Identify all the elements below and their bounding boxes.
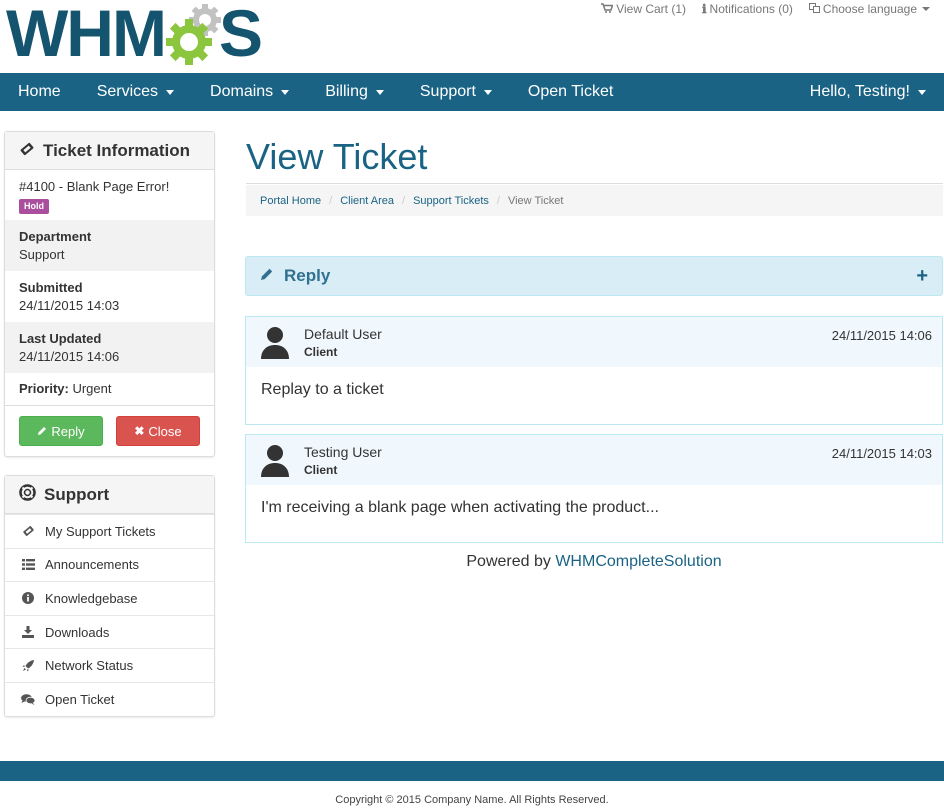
breadcrumb-separator: /: [329, 194, 333, 207]
status-badge: Hold: [19, 199, 49, 214]
main-navbar: Home Services Domains Billing Support Op…: [0, 73, 944, 111]
ticket-icon: [19, 141, 35, 161]
breadcrumb-separator: /: [496, 194, 500, 207]
breadcrumb: Portal Home / Client Area / Support Tick…: [246, 185, 943, 216]
last-updated-label: Last Updated: [19, 331, 102, 346]
submitted-block: Submitted 24/11/2015 14:03: [5, 271, 214, 322]
top-links: View Cart (1) ℹ Notifications (0) Choose…: [601, 2, 930, 16]
priority-label: Priority:: [19, 381, 69, 396]
caret-down-icon: [483, 89, 492, 95]
user-icon: [260, 326, 290, 360]
breadcrumb-current: View Ticket: [507, 194, 564, 207]
message-header: Default User Client 24/11/2015 14:06: [246, 317, 942, 367]
view-cart-link[interactable]: View Cart (1): [601, 2, 686, 16]
message-date: 24/11/2015 14:03: [831, 446, 932, 461]
language-icon: [808, 2, 820, 16]
ticket-actions: Reply ✖ Close: [5, 405, 214, 456]
nav-support[interactable]: Support: [402, 73, 510, 111]
comments-icon: [21, 693, 35, 705]
nav-user-menu[interactable]: Hello, Testing!: [792, 73, 944, 111]
caret-down-icon: [922, 7, 930, 11]
ticket-icon: [21, 525, 35, 537]
reply-panel-toggle[interactable]: Reply +: [245, 256, 943, 296]
caret-down-icon: [281, 89, 290, 95]
language-chooser[interactable]: Choose language: [808, 2, 930, 16]
copyright-text: Copyright © 2015 Company Name. All Right…: [335, 794, 609, 806]
info-icon: [21, 592, 35, 605]
support-announcements[interactable]: Announcements: [5, 547, 214, 582]
page-title: View Ticket: [246, 136, 428, 177]
whmcs-link[interactable]: WHMCompleteSolution: [555, 553, 721, 570]
ticket-info-header: Ticket Information: [5, 132, 214, 170]
message-author: Testing User: [304, 444, 382, 460]
message-date: 24/11/2015 14:06: [831, 328, 932, 343]
footer-bar: [0, 761, 944, 781]
expand-plus-icon[interactable]: +: [916, 265, 928, 288]
support-open-ticket[interactable]: Open Ticket: [5, 681, 214, 716]
message-body: Replay to a ticket: [261, 381, 384, 398]
caret-down-icon: [166, 89, 175, 95]
ticket-message: Testing User Client 24/11/2015 14:03 I'm…: [245, 434, 943, 543]
nav-billing[interactable]: Billing: [307, 73, 402, 111]
pencil-icon: [37, 424, 47, 439]
message-role: Client: [304, 345, 338, 359]
pencil-icon: [260, 266, 274, 286]
support-my-tickets[interactable]: My Support Tickets: [5, 514, 214, 548]
support-downloads[interactable]: Downloads: [5, 614, 214, 649]
ticket-message: Default User Client 24/11/2015 14:06 Rep…: [245, 316, 943, 425]
submitted-label: Submitted: [19, 280, 83, 295]
last-updated-block: Last Updated 24/11/2015 14:06: [5, 322, 214, 373]
reply-panel-title: Reply: [284, 266, 331, 285]
notifications-link[interactable]: ℹ Notifications (0): [702, 2, 793, 16]
gears-icon: [163, 4, 221, 65]
close-icon: ✖: [134, 424, 145, 438]
ticket-info-panel: Ticket Information #4100 - Blank Page Er…: [4, 131, 215, 457]
priority-value: Urgent: [72, 381, 112, 396]
nav-home[interactable]: Home: [0, 73, 79, 111]
download-icon: [21, 626, 35, 639]
department-block: Department Support: [5, 220, 214, 271]
support-header: Support: [5, 476, 214, 514]
close-ticket-button[interactable]: ✖ Close: [116, 416, 200, 446]
submitted-value: 24/11/2015 14:03: [19, 298, 120, 313]
logo-text-left: WHM: [6, 0, 167, 70]
cart-icon: [601, 2, 614, 16]
support-knowledgebase[interactable]: Knowledgebase: [5, 581, 214, 615]
rocket-icon: [21, 659, 35, 672]
message-author: Default User: [304, 326, 382, 342]
ticket-subject-block: #4100 - Blank Page Error! Hold: [5, 170, 214, 220]
department-value: Support: [19, 247, 65, 262]
support-network-status[interactable]: Network Status: [5, 648, 214, 682]
caret-down-icon: [918, 89, 926, 95]
caret-down-icon: [375, 89, 384, 95]
message-header: Testing User Client 24/11/2015 14:03: [246, 435, 942, 485]
info-icon: ℹ: [701, 2, 707, 16]
logo-text-right: S: [218, 0, 263, 70]
department-label: Department: [19, 229, 92, 244]
powered-by: Powered by WHMCompleteSolution: [466, 553, 722, 570]
nav-open-ticket[interactable]: Open Ticket: [510, 73, 631, 111]
lifebuoy-icon: [19, 483, 36, 506]
breadcrumb-separator: /: [402, 194, 406, 207]
last-updated-value: 24/11/2015 14:06: [19, 349, 120, 364]
support-panel: Support My Support Tickets Announcements…: [4, 475, 215, 717]
message-body: I'm receiving a blank page when activati…: [261, 499, 659, 516]
nav-services[interactable]: Services: [79, 73, 192, 111]
ticket-subject: #4100 - Blank Page Error!: [19, 179, 170, 194]
title-divider: [246, 183, 943, 184]
priority-block: Priority: Urgent: [5, 373, 214, 405]
breadcrumb-client-area[interactable]: Client Area: [340, 195, 394, 207]
nav-domains[interactable]: Domains: [192, 73, 307, 111]
breadcrumb-support-tickets[interactable]: Support Tickets: [413, 195, 489, 207]
user-icon: [260, 444, 290, 478]
reply-button[interactable]: Reply: [19, 416, 103, 446]
list-icon: [21, 559, 35, 571]
message-role: Client: [304, 463, 338, 477]
whmcs-logo[interactable]: WHM S: [6, 0, 282, 66]
breadcrumb-portal-home[interactable]: Portal Home: [260, 195, 321, 207]
